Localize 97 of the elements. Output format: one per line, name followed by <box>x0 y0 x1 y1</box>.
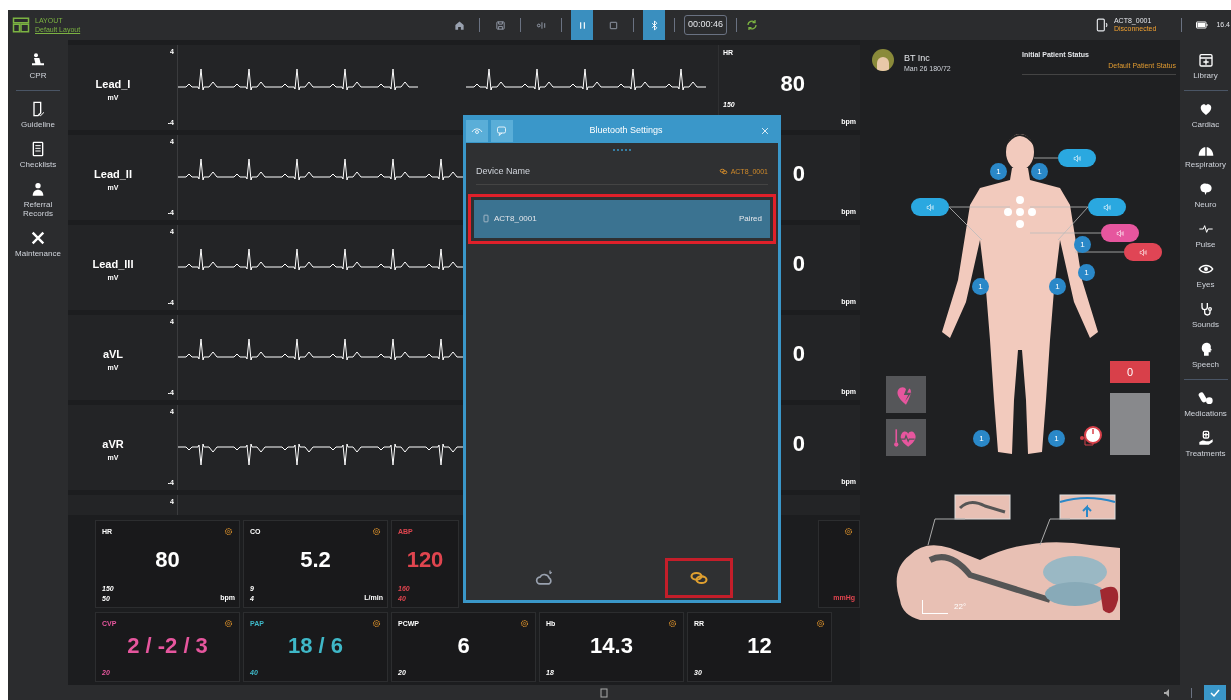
box-plus-icon <box>1197 52 1214 68</box>
lead-label: Lead_I <box>95 77 131 92</box>
document-check-icon <box>30 101 46 117</box>
vital-value: 2 / -2 / 3 <box>126 633 209 659</box>
vital-value: 80 <box>154 547 181 573</box>
sidebar-item[interactable]: Guideline <box>8 95 68 135</box>
sidebar-item[interactable]: Eyes <box>1180 255 1231 295</box>
lead-label: aVL <box>102 347 124 362</box>
pulse-point[interactable]: 1 <box>1074 236 1091 253</box>
settings-icon[interactable] <box>224 619 233 628</box>
patient-name: BT Inc <box>904 52 930 65</box>
vital-value: 5.2 <box>299 547 332 573</box>
sidebar-item[interactable]: Treatments <box>1180 424 1231 464</box>
phone-icon <box>482 213 490 224</box>
sidebar-item[interactable]: Pulse <box>1180 215 1231 255</box>
pulse-point[interactable]: 1 <box>973 430 990 447</box>
toolbar-button[interactable] <box>643 10 665 40</box>
angle-marker <box>922 600 948 614</box>
settings-icon[interactable] <box>372 619 381 628</box>
pulse-point[interactable]: 1 <box>1049 278 1066 295</box>
confirm-button[interactable] <box>1204 685 1226 700</box>
hand-plus-icon <box>1197 430 1214 446</box>
sidebar-item[interactable]: Medications <box>1180 384 1231 424</box>
sidebar-item[interactable]: Sounds <box>1180 295 1231 335</box>
readout-value: 80 <box>780 71 805 97</box>
home-icon <box>453 19 465 31</box>
sound-point-button[interactable] <box>911 198 949 216</box>
vital-value: 14.3 <box>589 633 634 659</box>
vital-value: 18 / 6 <box>286 633 344 659</box>
readout-value: 0 <box>792 341 805 367</box>
readout-value: 0 <box>792 161 805 187</box>
stop-icon <box>607 19 619 31</box>
gauge-bar <box>1110 393 1150 455</box>
person-icon <box>30 181 46 197</box>
link-icon <box>718 167 728 177</box>
audio-icon <box>535 19 547 31</box>
settings-icon[interactable] <box>224 527 233 536</box>
settings-icon[interactable] <box>372 527 381 536</box>
readout-value: 0 <box>792 431 805 457</box>
settings-icon[interactable] <box>844 527 853 536</box>
vital-value: 120 <box>405 547 445 573</box>
sound-point-button[interactable] <box>1101 224 1139 242</box>
speaker-icon <box>925 202 935 212</box>
sidebar-item[interactable]: Maintenance <box>8 224 68 264</box>
lead-label: Lead_II <box>94 167 132 182</box>
phone-signal-icon <box>1094 17 1109 33</box>
pressure-gauge-icon[interactable] <box>1078 425 1102 449</box>
document-icon <box>600 687 608 698</box>
cpr-figure-icon <box>30 52 46 68</box>
sidebar-item[interactable]: Neuro <box>1180 175 1231 215</box>
sidebar-item[interactable]: Cardiac <box>1180 95 1231 135</box>
device-row[interactable]: ACT8_0001 Paired <box>474 199 770 238</box>
device-name: ACT8_0001 <box>494 212 537 225</box>
lead-label: aVR <box>102 437 124 452</box>
device-status: Paired <box>738 212 762 225</box>
vital-value: 6 <box>456 633 471 659</box>
refresh-icon[interactable] <box>746 19 759 31</box>
head-angle: 22° <box>954 601 967 613</box>
speaker-icon <box>1115 228 1125 238</box>
footer-button[interactable] <box>665 558 733 598</box>
chat-icon <box>496 124 508 137</box>
sidebar-item[interactable]: Respiratory <box>1180 135 1231 175</box>
sidebar-item[interactable]: Speech <box>1180 335 1231 375</box>
pulse-point[interactable]: 1 <box>1031 163 1048 180</box>
pulse-point[interactable]: 1 <box>972 278 989 295</box>
sidebar-item[interactable]: CPR <box>8 46 68 86</box>
close-icon <box>760 125 770 136</box>
sidebar-item[interactable]: Checklists <box>8 135 68 175</box>
column-label: Device Name <box>476 165 531 178</box>
clipboard-icon <box>30 141 46 157</box>
brain-icon <box>1197 181 1214 197</box>
cloud-icon <box>535 568 555 588</box>
sound-point-button[interactable] <box>1058 149 1096 167</box>
sidebar-item[interactable]: Referral Records <box>8 175 68 224</box>
gauge-value: 0 <box>1110 361 1150 383</box>
speaker-icon <box>1102 202 1112 212</box>
speaker-icon <box>1138 247 1148 257</box>
save-icon <box>494 19 506 31</box>
speaker-icon <box>1072 153 1082 163</box>
avatar <box>872 49 894 71</box>
vital-value: 12 <box>746 633 773 659</box>
pulse-point[interactable]: 1 <box>1048 430 1065 447</box>
pulse-point[interactable]: 1 <box>990 163 1007 180</box>
check-icon <box>1210 687 1220 698</box>
layout-icon[interactable] <box>12 16 30 34</box>
sidebar-item[interactable]: Library <box>1180 46 1231 86</box>
sound-point-button[interactable] <box>1124 243 1162 261</box>
settings-icon[interactable] <box>520 619 529 628</box>
pulse-point[interactable]: 1 <box>1078 264 1095 281</box>
settings-icon[interactable] <box>816 619 825 628</box>
timer: 00:00:46 <box>684 15 728 35</box>
pills-icon <box>1197 390 1214 406</box>
sound-point-button[interactable] <box>1088 198 1126 216</box>
readout-value: 0 <box>792 251 805 277</box>
lead-label: Lead_III <box>92 257 134 272</box>
dialog-title: Bluetooth Settings <box>588 123 664 137</box>
settings-icon[interactable] <box>668 619 677 628</box>
